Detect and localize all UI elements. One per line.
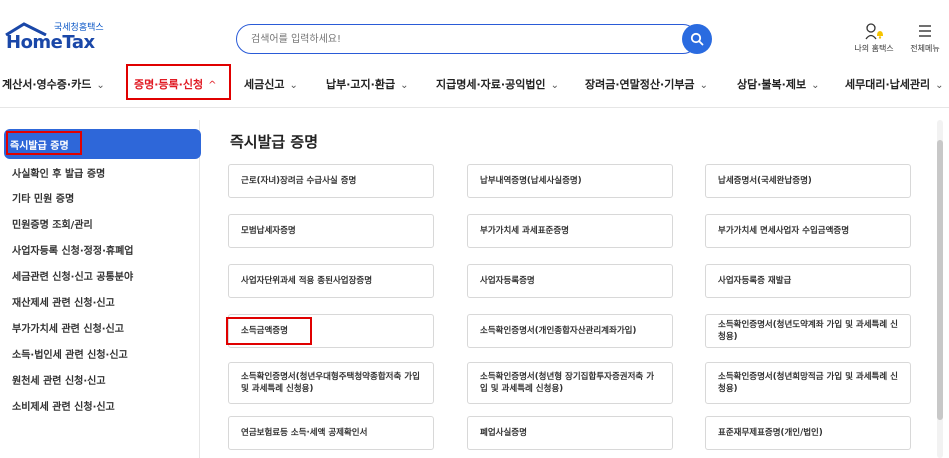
card-label: 폐업사실증명 xyxy=(480,428,527,438)
nav-item-incentives[interactable]: 장려금·연말정산·기부금 ⌄ xyxy=(585,76,708,92)
chevron-down-icon: ⌄ xyxy=(811,80,820,91)
user-bell-icon xyxy=(865,23,883,40)
header: 국세청홈택스 HomeTax 나의 홈택스 xyxy=(0,0,949,62)
sidebar-highlight-box xyxy=(6,131,82,155)
card-label: 근로(자녀)장려금 수급사실 증명 xyxy=(241,176,357,186)
card-subordinate-business[interactable]: 사업자단위과세 적용 종된사업장증명 xyxy=(228,264,434,298)
sidebar-item-tax-common[interactable]: 세금관련 신청·신고 공통분야 xyxy=(12,268,133,283)
card-label: 연금보험료등 소득·세액 공제확인서 xyxy=(241,428,368,438)
sidebar-item-civil-lookup[interactable]: 민원증명 조회/관리 xyxy=(12,216,93,231)
card-business-registration-reissue[interactable]: 사업자등록증 재발급 xyxy=(705,264,911,298)
scrollbar-thumb[interactable] xyxy=(937,140,943,420)
card-model-taxpayer[interactable]: 모범납세자증명 xyxy=(228,214,434,248)
sidebar-item-business-registration[interactable]: 사업자등록 신청·정정·휴폐업 xyxy=(12,242,133,257)
card-label: 소득확인증명서(개인종합자산관리계좌가입) xyxy=(480,326,637,336)
sidebar-item-consumption-tax[interactable]: 소비제세 관련 신청·신고 xyxy=(12,398,115,413)
chevron-down-icon: ⌄ xyxy=(935,80,944,91)
sidebar-item-income-corporate-tax[interactable]: 소득·법인세 관련 신청·신고 xyxy=(12,346,128,361)
nav-label: 상담·불복·제보 xyxy=(737,78,807,91)
nav-item-tax-agent[interactable]: 세무대리·납세관리 ⌄ xyxy=(845,76,944,92)
nav-label: 장려금·연말정산·기부금 xyxy=(585,78,695,91)
nav-item-tax-report[interactable]: 세금신고 ⌄ xyxy=(244,76,298,92)
sidebar-item-property-tax[interactable]: 재산제세 관련 신청·신고 xyxy=(12,294,115,309)
all-menu-button[interactable]: 전체메뉴 xyxy=(903,22,947,54)
nav-label: 세무대리·납세관리 xyxy=(845,78,931,91)
card-label: 소득확인증명서(청년형 장기집합투자증권저축 가입 및 과세특례 신청용) xyxy=(480,372,655,394)
card-label: 납세증명서(국세완납증명) xyxy=(718,176,812,186)
card-income-youth-housing[interactable]: 소득확인증명서(청년우대형주택청약종합저축 가입 및 과세특례 신청용) xyxy=(228,362,434,404)
nav-label: 지급명세·자료·공익법인 xyxy=(436,78,546,91)
card-label: 부가가치세 과세표준증명 xyxy=(480,226,569,236)
my-hometax-button[interactable]: 나의 홈택스 xyxy=(852,22,896,54)
logo-title: HomeTax xyxy=(6,32,95,53)
card-business-registration-proof[interactable]: 사업자등록증명 xyxy=(467,264,673,298)
card-label: 소득확인증명서(청년희망적금 가입 및 과세특례 신청용) xyxy=(718,372,898,394)
card-label: 부가가치세 면세사업자 수입금액증명 xyxy=(718,226,850,236)
card-label: 사업자등록증명 xyxy=(480,276,535,286)
search-button[interactable] xyxy=(682,24,712,54)
card-label: 사업자등록증 재발급 xyxy=(718,276,792,286)
hometax-page: { "header": { "logo_sub": "국세청홈택스", "log… xyxy=(0,0,949,458)
sidebar-item-verified-certificates[interactable]: 사실확인 후 발급 증명 xyxy=(12,165,105,180)
card-label: 소득확인증명서(청년우대형주택청약종합저축 가입 및 과세특례 신청용) xyxy=(241,372,420,394)
sidebar-item-vat[interactable]: 부가가치세 관련 신청·신고 xyxy=(12,320,124,335)
card-payment-history[interactable]: 납부내역증명(납세사실증명) xyxy=(467,164,673,198)
chevron-down-icon: ⌄ xyxy=(550,80,559,91)
nav-label: 세금신고 xyxy=(244,78,285,91)
card-label: 모범납세자증명 xyxy=(241,226,296,236)
card-label: 표준재무제표증명(개인/법인) xyxy=(718,428,823,438)
search-icon xyxy=(690,32,704,46)
nav-label: 계산서·영수증·카드 xyxy=(2,78,92,91)
card-pension-deduction[interactable]: 연금보험료등 소득·세액 공제확인서 xyxy=(228,416,434,450)
card-income-youth-leap[interactable]: 소득확인증명서(청년도약계좌 가입 및 과세특례 신청용) xyxy=(705,314,911,348)
hometax-logo[interactable]: 국세청홈택스 HomeTax xyxy=(4,20,114,56)
nav-label: 납부·고지·환급 xyxy=(326,78,396,91)
card-income-youth-hope[interactable]: 소득확인증명서(청년희망적금 가입 및 과세특례 신청용) xyxy=(705,362,911,404)
scrollbar[interactable] xyxy=(937,120,943,458)
card-label: 납부내역증명(납세사실증명) xyxy=(480,176,582,186)
card-closure-proof[interactable]: 폐업사실증명 xyxy=(467,416,673,450)
chevron-down-icon: ⌄ xyxy=(96,80,105,91)
chevron-down-icon: ⌄ xyxy=(400,80,409,91)
nav-highlight-box xyxy=(126,64,231,100)
nav-item-payment[interactable]: 납부·고지·환급 ⌄ xyxy=(326,76,408,92)
hamburger-menu-icon xyxy=(919,25,931,37)
card-highlight-box xyxy=(226,317,312,345)
page-title: 즉시발급 증명 xyxy=(230,133,319,151)
search-bar xyxy=(236,24,712,54)
card-vat-exempt-income[interactable]: 부가가치세 면세사업자 수입금액증명 xyxy=(705,214,911,248)
chevron-down-icon: ⌄ xyxy=(699,80,708,91)
card-label: 소득확인증명서(청년도약계좌 가입 및 과세특례 신청용) xyxy=(718,320,898,342)
card-income-youth-fund[interactable]: 소득확인증명서(청년형 장기집합투자증권저축 가입 및 과세특례 신청용) xyxy=(467,362,673,404)
card-earned-income-credit[interactable]: 근로(자녀)장려금 수급사실 증명 xyxy=(228,164,434,198)
nav-item-consulting[interactable]: 상담·불복·제보 ⌄ xyxy=(737,76,819,92)
nav-item-invoices[interactable]: 계산서·영수증·카드 ⌄ xyxy=(2,76,105,92)
sidebar-item-withholding-tax[interactable]: 원천세 관련 신청·신고 xyxy=(12,372,106,387)
chevron-down-icon: ⌄ xyxy=(289,80,298,91)
card-financial-statements[interactable]: 표준재무제표증명(개인/법인) xyxy=(705,416,911,450)
nav-item-statements[interactable]: 지급명세·자료·공익법인 ⌄ xyxy=(436,76,559,92)
sidebar-item-other-certificates[interactable]: 기타 민원 증명 xyxy=(12,190,74,205)
card-vat-tax-base[interactable]: 부가가치세 과세표준증명 xyxy=(467,214,673,248)
card-income-isa[interactable]: 소득확인증명서(개인종합자산관리계좌가입) xyxy=(467,314,673,348)
search-input[interactable] xyxy=(236,24,698,54)
my-hometax-label: 나의 홈택스 xyxy=(854,44,894,53)
all-menu-label: 전체메뉴 xyxy=(910,44,940,53)
card-tax-clearance[interactable]: 납세증명서(국세완납증명) xyxy=(705,164,911,198)
card-label: 사업자단위과세 적용 종된사업장증명 xyxy=(241,276,373,286)
